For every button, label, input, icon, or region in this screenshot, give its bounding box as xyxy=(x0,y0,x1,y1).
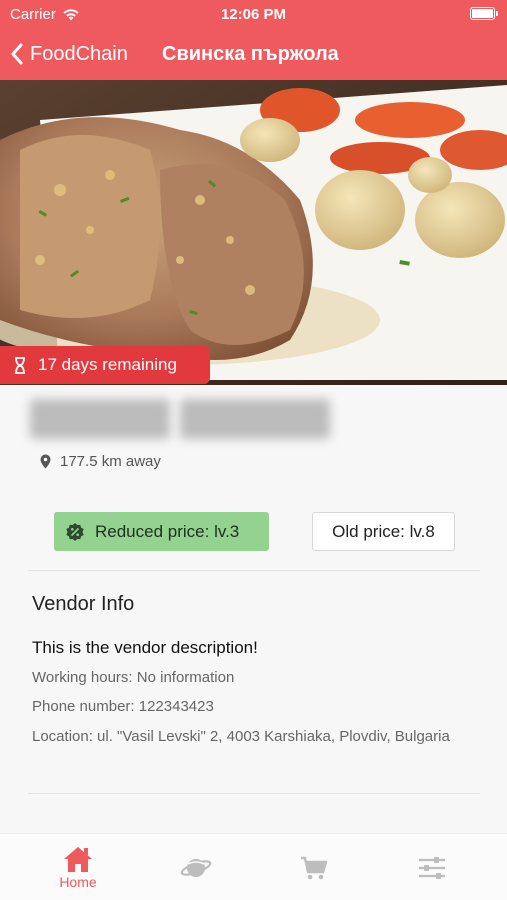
home-icon xyxy=(64,847,92,872)
sliders-icon xyxy=(419,856,445,879)
distance-label: 177.5 km away xyxy=(60,453,161,470)
product-name-redacted xyxy=(30,399,348,443)
cart-icon xyxy=(301,856,328,879)
divider xyxy=(28,570,480,571)
vendor-location: Location: ul. "Vasil Levski" 2, 4003 Kar… xyxy=(32,728,450,745)
discount-badge-icon xyxy=(66,522,84,541)
tab-filters[interactable] xyxy=(369,834,495,900)
distance-info: 177.5 km away xyxy=(40,453,161,470)
days-remaining-label: 17 days remaining xyxy=(38,355,177,374)
back-button[interactable]: FoodChain xyxy=(0,43,128,66)
product-photo xyxy=(0,80,507,385)
back-button-label: FoodChain xyxy=(30,42,128,65)
vendor-info-heading: Vendor Info xyxy=(32,593,135,615)
tab-bar: Home xyxy=(0,833,507,900)
location-pin-icon xyxy=(40,454,51,469)
status-bar: Carrier 12:06 PM xyxy=(0,0,507,28)
vendor-description: This is the vendor description! xyxy=(32,638,258,657)
product-details: 177.5 km away Reduced price: lv.3 Old pr… xyxy=(0,385,507,833)
hourglass-icon xyxy=(15,356,25,374)
vendor-phone: Phone number: 122343423 xyxy=(32,698,214,715)
reduced-price-label: Reduced price: lv.3 xyxy=(95,521,240,541)
reduced-price-badge: Reduced price: lv.3 xyxy=(54,512,269,551)
status-time: 12:06 PM xyxy=(220,5,287,23)
old-price-badge: Old price: lv.8 xyxy=(312,512,455,551)
price-row: Reduced price: lv.3 Old price: lv.8 xyxy=(0,512,507,552)
tab-home[interactable]: Home xyxy=(15,834,141,900)
page-title: Свинска пържола xyxy=(162,42,339,65)
navigation-bar: FoodChain Свинска пържола xyxy=(0,28,507,80)
old-price-label: Old price: lv.8 xyxy=(332,521,435,541)
planet-icon xyxy=(180,858,212,877)
vendor-working-hours: Working hours: No information xyxy=(32,669,235,686)
divider xyxy=(28,793,480,794)
tab-cart[interactable] xyxy=(251,834,377,900)
chevron-left-icon xyxy=(11,43,23,65)
app-header: Carrier 12:06 PM FoodChain Свинска пържо… xyxy=(0,0,507,80)
days-remaining-badge: 17 days remaining xyxy=(0,346,210,384)
battery-icon xyxy=(470,7,498,20)
tab-explore[interactable] xyxy=(133,834,259,900)
tab-home-label: Home xyxy=(59,874,97,890)
